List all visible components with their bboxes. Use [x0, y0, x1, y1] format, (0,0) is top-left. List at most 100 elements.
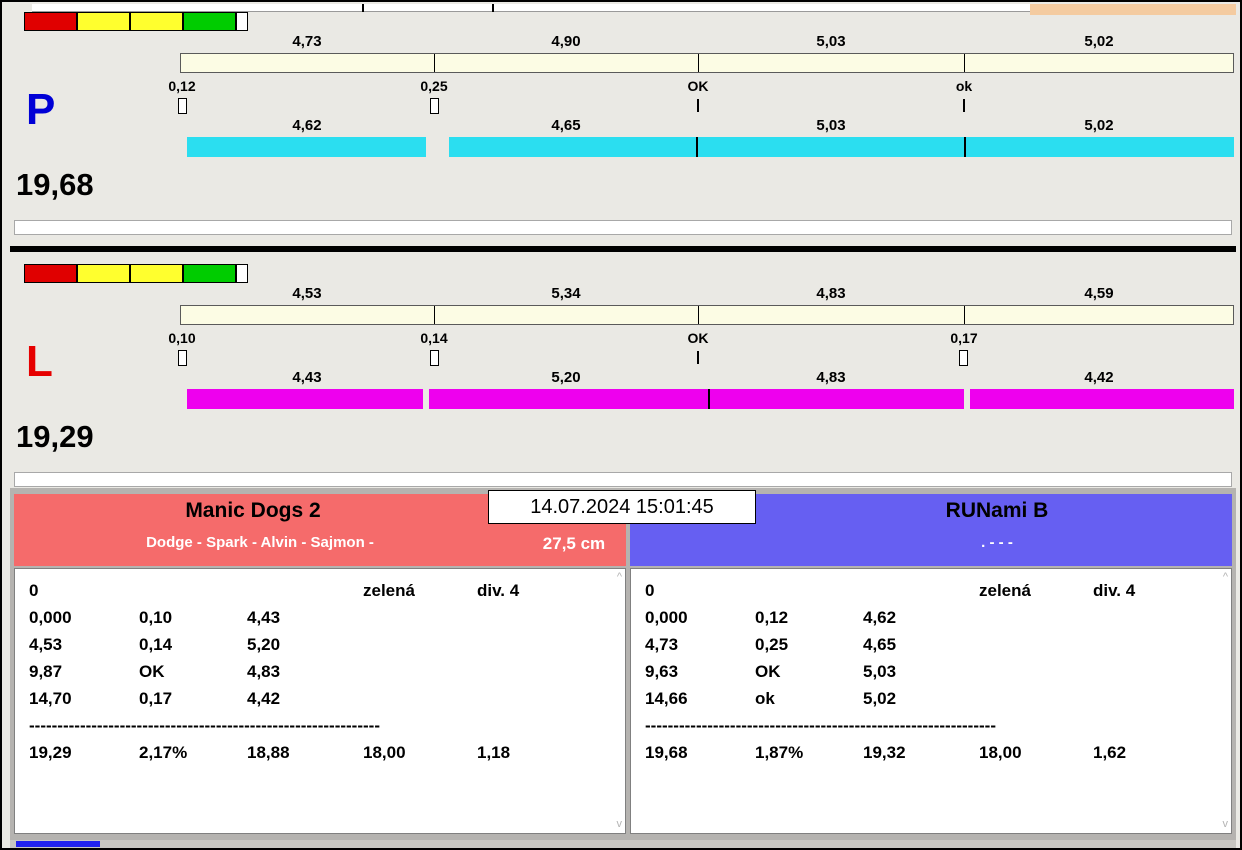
bottom-status-bar	[10, 840, 1236, 848]
time-value: 5,02	[1084, 33, 1114, 50]
changeover-tick-box	[178, 350, 187, 366]
segment-separator	[434, 54, 435, 72]
color-label: zelená	[979, 581, 1031, 600]
time-value: 4,53	[292, 285, 322, 302]
changeover-mark: OK	[687, 78, 709, 94]
lane-l-total-time: 19,29	[16, 419, 94, 454]
lead-value: 0	[645, 581, 655, 600]
time-value: 5,02	[1084, 117, 1114, 134]
result-header-row: 0 zelená div. 4	[29, 577, 625, 604]
changeover-mark: 0,10	[168, 330, 196, 346]
changeover-tick-line	[697, 351, 699, 364]
result-row: 14,66 ok 5,02	[645, 689, 897, 708]
time-value: 4,65	[551, 117, 581, 134]
lane-l-segment-bar	[180, 305, 1234, 325]
team-left-results-table: 0 zelená div. 4 0,000 0,10 4,43 4,53 0,1…	[15, 569, 625, 766]
totals-row: 19,29 2,17% 18,88 18,00 1,18	[29, 743, 511, 762]
time-value: 4,83	[816, 369, 846, 386]
division-label: div. 4	[1093, 581, 1136, 600]
lane-p-measured-times: 4,73 4,90 5,03 5,02	[180, 33, 1234, 50]
segment-separator	[698, 54, 699, 72]
result-row: 9,63 OK 5,03	[645, 662, 897, 681]
time-value: 5,20	[551, 369, 581, 386]
segment-separator	[964, 306, 965, 324]
scroll-up-icon[interactable]: ^	[617, 572, 622, 583]
team-left-results-panel[interactable]: 0 zelená div. 4 0,000 0,10 4,43 4,53 0,1…	[14, 568, 626, 834]
start-lights-p	[24, 12, 248, 31]
result-row: 4,53 0,14 5,20	[29, 635, 281, 654]
lane-p-changeover-marks: 0,12 0,25 OK ok	[2, 78, 1240, 94]
time-value: 4,42	[1084, 369, 1114, 386]
segment-separator	[964, 54, 965, 72]
changeover-mark: OK	[687, 330, 709, 346]
changeover-tick-box	[430, 350, 439, 366]
lane-divider	[10, 246, 1236, 252]
start-light-yellow-2	[130, 12, 183, 31]
result-row: 9,87 OK 4,83	[29, 662, 281, 681]
status-chip	[16, 841, 100, 847]
result-row: 0,000 0,10 4,43	[29, 608, 281, 627]
tab-divider-tick	[492, 4, 494, 12]
changeover-tick-box	[178, 98, 187, 114]
changeover-mark: 0,12	[168, 78, 196, 94]
top-tab-strip	[32, 4, 1030, 12]
segment-separator	[698, 306, 699, 324]
run-segment	[966, 137, 1234, 157]
timing-app-window: P 4,73 4,90 5,03 5,02 0,12 0,25 OK ok 4,…	[0, 0, 1242, 850]
scroll-down-icon[interactable]: v	[617, 819, 623, 830]
lane-p-mark-ticks	[2, 98, 1240, 116]
scroll-down-icon[interactable]: v	[1223, 819, 1229, 830]
time-value: 4,83	[816, 285, 846, 302]
lane-p: P 4,73 4,90 5,03 5,02 0,12 0,25 OK ok 4,…	[2, 12, 1240, 248]
run-segment	[429, 389, 708, 409]
start-light-green	[183, 264, 236, 283]
run-segment	[698, 137, 964, 157]
lane-p-run-bar	[187, 137, 1234, 157]
tab-divider-tick	[362, 4, 364, 12]
hurdle-height-label: 27,5 cm	[542, 534, 606, 553]
team-right-results-panel[interactable]: 0 zelená div. 4 0,000 0,12 4,62 4,73 0,2…	[630, 568, 1232, 834]
start-light-yellow-1	[77, 12, 130, 31]
scroll-up-icon[interactable]: ^	[1223, 572, 1228, 583]
start-light-red	[24, 264, 77, 283]
changeover-tick-line	[697, 99, 699, 112]
time-value: 4,59	[1084, 285, 1114, 302]
start-light-green	[183, 12, 236, 31]
result-row: 0,000 0,12 4,62	[645, 608, 897, 627]
result-row: 4,73 0,25 4,65	[645, 635, 897, 654]
run-segment	[970, 389, 1234, 409]
time-value: 5,03	[816, 33, 846, 50]
segment-separator	[434, 306, 435, 324]
start-light-yellow-2	[130, 264, 183, 283]
lane-l-changeover-marks: 0,10 0,14 OK 0,17	[2, 330, 1240, 346]
result-header-row: 0 zelená div. 4	[645, 577, 1231, 604]
run-segment	[187, 137, 426, 157]
time-value: 4,90	[551, 33, 581, 50]
team-right-name: RUNami B	[945, 499, 1049, 522]
lane-p-run-times: 4,62 4,65 5,03 5,02	[180, 117, 1234, 134]
team-left-lineup: Dodge - Spark - Alvin - Sajmon -	[146, 534, 374, 551]
results-section: Manic Dogs 2 Dodge - Spark - Alvin - Saj…	[10, 488, 1236, 840]
start-light-red	[24, 12, 77, 31]
changeover-mark: ok	[955, 78, 973, 94]
team-right-results-table: 0 zelená div. 4 0,000 0,12 4,62 4,73 0,2…	[631, 569, 1231, 766]
team-right-lineup: . - - -	[981, 534, 1013, 551]
changeover-mark: 0,17	[950, 330, 978, 346]
changeover-tick-line	[963, 99, 965, 112]
run-segment	[187, 389, 423, 409]
start-light-stub	[236, 264, 248, 283]
division-label: div. 4	[477, 581, 520, 600]
changeover-tick-box	[959, 350, 968, 366]
run-segment	[449, 137, 696, 157]
time-value: 4,73	[292, 33, 322, 50]
lane-l-mark-ticks	[2, 350, 1240, 368]
changeover-mark: 0,25	[420, 78, 448, 94]
lane-p-total-time: 19,68	[16, 167, 94, 202]
lane-l-run-times: 4,43 5,20 4,83 4,42	[180, 369, 1234, 386]
time-value: 5,03	[816, 117, 846, 134]
color-label: zelená	[363, 581, 415, 600]
lane-p-status-strip	[14, 220, 1232, 235]
time-value: 4,43	[292, 369, 322, 386]
totals-row: 19,68 1,87% 19,32 18,00 1,62	[645, 743, 1127, 762]
separator-row: ----------------------------------------…	[645, 716, 996, 735]
